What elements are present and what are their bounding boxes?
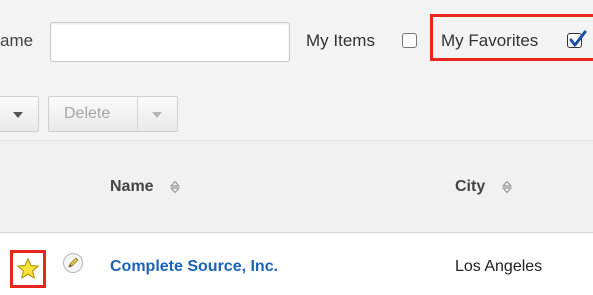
chevron-down-icon[interactable] — [152, 112, 162, 118]
actions-dropdown-button[interactable] — [0, 96, 39, 132]
sort-icon[interactable] — [502, 180, 512, 194]
favorite-star-highlight[interactable] — [10, 250, 46, 288]
check-icon — [569, 30, 587, 47]
star-icon[interactable] — [16, 257, 40, 281]
column-header-name[interactable]: Name — [110, 178, 154, 196]
delete-button[interactable]: Delete — [48, 96, 178, 132]
my-items-checkbox[interactable] — [402, 33, 417, 48]
pencil-icon[interactable] — [62, 252, 84, 274]
my-favorites-label: My Favorites — [441, 31, 539, 50]
name-filter-input[interactable] — [50, 22, 290, 62]
button-divider — [137, 97, 138, 131]
record-name-link[interactable]: Complete Source, Inc. — [110, 258, 278, 276]
column-header-city[interactable]: City — [455, 178, 485, 196]
chevron-down-icon — [13, 112, 23, 118]
name-filter-label: ame — [0, 31, 34, 50]
delete-label: Delete — [64, 105, 111, 122]
my-favorites-checkbox[interactable] — [567, 30, 587, 48]
my-items-label: My Items — [306, 31, 375, 50]
record-city: Los Angeles — [455, 258, 543, 275]
sort-icon[interactable] — [170, 180, 180, 194]
